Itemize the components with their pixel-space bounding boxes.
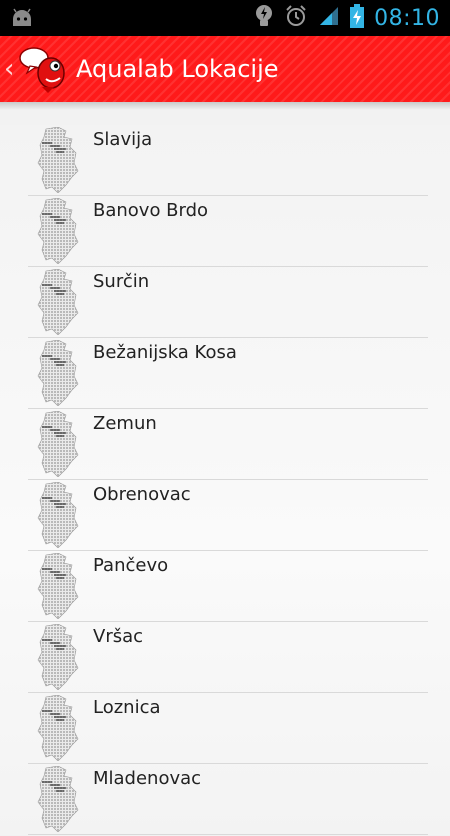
list-item[interactable]: Vršac: [28, 622, 428, 693]
list-item[interactable]: Bežanijska Kosa: [28, 338, 428, 409]
alarm-clock-icon: [284, 4, 308, 32]
aqualab-fish-logo[interactable]: [18, 43, 70, 95]
list-item[interactable]: Obrenovac: [28, 480, 428, 551]
list-item[interactable]: Loznica: [28, 693, 428, 764]
serbia-map-icon: [36, 552, 80, 620]
chevron-left-icon[interactable]: ‹: [4, 56, 18, 82]
serbia-map-icon: [36, 481, 80, 549]
serbia-map-icon: [36, 126, 80, 194]
serbia-map-icon: [36, 339, 80, 407]
location-name: Vršac: [93, 626, 144, 647]
location-name: Slavija: [93, 129, 153, 150]
location-name: Zemun: [93, 413, 157, 434]
locations-list[interactable]: Slavija Banovo Brdo Surčin Bežanijska Ko…: [0, 125, 450, 835]
action-bar: ‹ Aqualab Lokacije: [0, 36, 450, 102]
status-bar: 08:10: [0, 0, 450, 36]
action-bar-shadow: [0, 102, 450, 110]
list-item[interactable]: Surčin: [28, 267, 428, 338]
location-name: Surčin: [93, 271, 150, 292]
location-name: Mladenovac: [93, 768, 202, 789]
serbia-map-icon: [36, 268, 80, 336]
list-item[interactable]: Banovo Brdo: [28, 196, 428, 267]
location-name: Loznica: [93, 697, 161, 718]
list-item[interactable]: Pančevo: [28, 551, 428, 622]
status-time: 08:10: [374, 5, 440, 31]
serbia-map-icon: [36, 623, 80, 691]
serbia-map-icon: [36, 197, 80, 265]
android-notification-icon: [10, 8, 34, 32]
location-name: Banovo Brdo: [93, 200, 209, 221]
list-item[interactable]: Slavija: [28, 125, 428, 196]
signal-icon: [318, 5, 340, 31]
serbia-map-icon: [36, 694, 80, 762]
location-name: Bežanijska Kosa: [93, 342, 237, 363]
serbia-map-icon: [36, 765, 80, 833]
list-item[interactable]: Zemun: [28, 409, 428, 480]
location-name: Pančevo: [93, 555, 169, 576]
app-title: Aqualab Lokacije: [76, 55, 279, 83]
battery-charging-icon: [350, 4, 365, 32]
tips-bulb-icon: [254, 4, 274, 32]
serbia-map-icon: [36, 410, 80, 478]
location-name: Obrenovac: [93, 484, 191, 505]
